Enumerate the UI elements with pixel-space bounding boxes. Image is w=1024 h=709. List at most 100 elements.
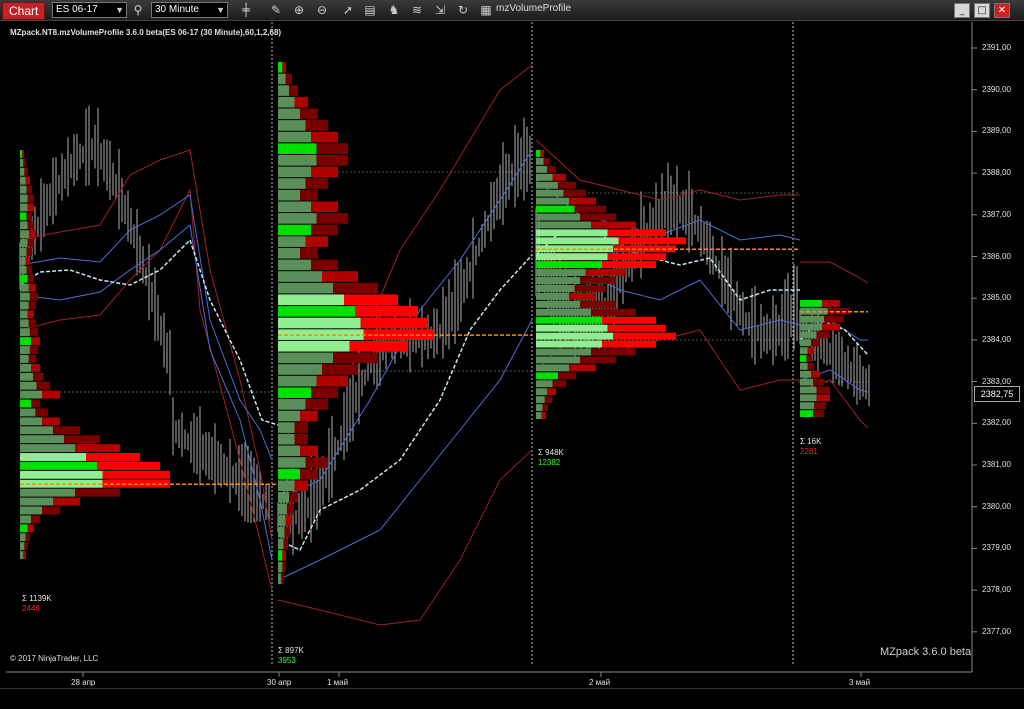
profile-bar-ask: [20, 310, 28, 319]
profile-bar-ask: [278, 178, 306, 189]
profile-bar-ask: [20, 381, 37, 390]
profile-bar-ask: [278, 573, 282, 584]
profile-bar-bid: [42, 506, 60, 515]
profile-bar-ask: [536, 324, 608, 332]
profile-bar-bid: [305, 120, 328, 131]
profile-bar-ask: [20, 488, 75, 497]
chart-canvas[interactable]: [0, 0, 1024, 708]
profile-bar-bid: [26, 212, 32, 221]
profile-bar-bid: [27, 524, 34, 533]
profile-bar-bid: [31, 399, 40, 408]
profile-bar-ask: [20, 337, 31, 346]
profile-bar-bid: [814, 402, 826, 410]
profile-bar-ask: [20, 515, 31, 524]
y-tick-label: 2384,00: [982, 334, 1011, 344]
profile-bar-bid: [28, 301, 36, 310]
profile-bar-ask: [20, 453, 86, 461]
profile-bar-bid: [822, 300, 840, 307]
profile-bar-ask: [800, 315, 825, 323]
profile-bar-ask: [20, 444, 75, 453]
profile-bar-ask: [278, 236, 306, 247]
profile-bar-bid: [824, 315, 844, 323]
profile-bar-ask: [536, 316, 602, 324]
copyright-text: © 2017 NinjaTrader, LLC: [10, 654, 99, 663]
profile-bar-bid: [547, 388, 556, 396]
profile-bar-ask: [278, 131, 311, 143]
profile-bar-bid: [305, 457, 328, 468]
profile-bar-ask: [20, 355, 29, 363]
profile-bar-ask: [20, 158, 24, 167]
profile-volume: Σ 897K: [278, 646, 304, 655]
y-tick-label: 2380,00: [982, 501, 1011, 511]
profile-bar-bid: [35, 408, 48, 417]
y-tick-label: 2379,00: [982, 543, 1011, 553]
profile-bar-bid: [806, 355, 812, 362]
profile-bar-bid: [294, 96, 308, 108]
profile-bar-ask: [536, 348, 591, 356]
profile-bar-bid: [311, 259, 338, 271]
profile-bar-bid: [289, 492, 298, 503]
profile-bar-bid: [42, 390, 60, 399]
profile-bar-ask: [278, 189, 300, 201]
profile-bar-ask: [536, 269, 586, 277]
profile-bar-bid: [618, 237, 686, 245]
profile-bar-bid: [580, 213, 616, 221]
profile-bar-ask: [20, 292, 30, 301]
profile-bar-ask: [536, 253, 608, 261]
profile-bar-ask: [20, 194, 28, 203]
profile-bar-ask: [278, 492, 289, 503]
profile-bar-bid: [300, 108, 318, 120]
profile-bar-ask: [800, 370, 811, 378]
profile-bar-ask: [278, 120, 306, 131]
profile-bar-bid: [602, 340, 656, 348]
profile-bar-bid: [27, 203, 34, 212]
profile-bar-bid: [807, 347, 814, 355]
profile-bar-bid: [102, 470, 170, 479]
profile-bar-ask: [278, 213, 317, 224]
profile-bar-ask: [536, 277, 580, 284]
profile-bar-ask: [278, 503, 287, 515]
profile-bar-ask: [278, 375, 317, 387]
y-tick-label: 2391,00: [982, 43, 1011, 52]
profile-bar-bid: [27, 239, 34, 248]
profile-bar-ask: [278, 410, 300, 422]
profile-bar-ask: [278, 457, 306, 468]
profile-bar-ask: [20, 212, 27, 221]
profile-bar-bid: [31, 515, 40, 524]
profile-bar-bid: [602, 316, 656, 324]
profile-bar-ask: [278, 561, 283, 573]
profile-bar-bid: [569, 364, 596, 372]
profile-bar-bid: [585, 269, 626, 277]
profile-delta: 2281: [800, 447, 818, 456]
profile-bar-ask: [278, 154, 317, 166]
profile-volume: Σ 1139K: [22, 594, 52, 603]
profile-bar-bid: [23, 158, 26, 167]
profile-bar-ask: [20, 283, 29, 292]
profile-bar-ask: [536, 340, 602, 348]
profile-bar-ask: [536, 292, 569, 300]
profile-bar-ask: [20, 185, 27, 194]
profile-bar-ask: [800, 355, 807, 362]
y-tick-label: 2377,00: [982, 626, 1011, 636]
profile-bar-ask: [20, 328, 30, 337]
y-tick-label: 2387,00: [982, 209, 1011, 219]
profile-bar-bid: [344, 294, 398, 306]
profile-bar-ask: [20, 390, 42, 399]
profile-bar-bid: [36, 381, 50, 390]
y-tick-label: 2385,00: [982, 293, 1011, 303]
profile-bar-bid: [23, 551, 26, 559]
profile-bar-ask: [20, 301, 29, 310]
profile-bar-ask: [20, 363, 31, 372]
profile-bar-ask: [20, 497, 53, 506]
profile-bar-ask: [536, 388, 547, 396]
profile-bar-ask: [278, 306, 355, 317]
profile-bar-ask: [20, 399, 31, 408]
profile-bar-ask: [278, 282, 333, 294]
profile-bar-ask: [278, 271, 322, 282]
profile-bar-ask: [278, 85, 289, 96]
profile-bar-bid: [316, 375, 348, 387]
x-tick-label: 30 апр: [267, 678, 292, 687]
profile-volume: Σ 948K: [538, 448, 564, 457]
profile-bar-ask: [278, 73, 286, 85]
profile-bar-bid: [29, 328, 38, 337]
